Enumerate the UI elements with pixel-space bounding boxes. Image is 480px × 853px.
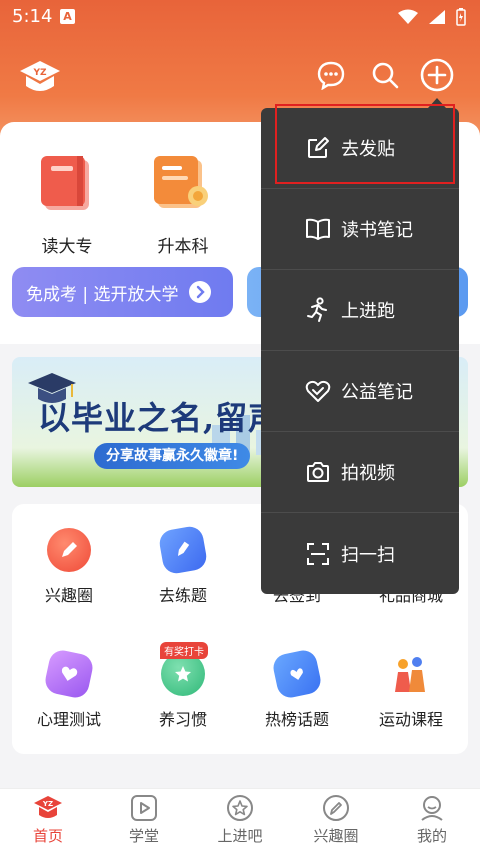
grid-label: 热榜话题 bbox=[264, 710, 329, 729]
tab-label: 首页 bbox=[32, 827, 63, 845]
menu-label: 公益笔记 bbox=[341, 382, 413, 403]
tab-xingququan[interactable]: 兴趣圈 bbox=[288, 789, 384, 846]
grid-label: 养习惯 bbox=[158, 710, 207, 729]
menu-label: 读书笔记 bbox=[341, 220, 413, 241]
profile-icon bbox=[417, 793, 447, 823]
tab-label: 上进吧 bbox=[217, 827, 263, 845]
grid-item-xingququan[interactable]: 兴趣圈 bbox=[12, 528, 126, 606]
yz-logo: YZ bbox=[18, 58, 62, 100]
logo-text: YZ bbox=[32, 68, 47, 78]
tab-label: 我的 bbox=[416, 827, 447, 845]
status-bar: 5:14 A bbox=[0, 0, 480, 34]
grid-label: 去练题 bbox=[158, 586, 207, 605]
status-time: 5:14 bbox=[12, 6, 53, 27]
promo-label: 免成考 | 选开放大学 bbox=[26, 284, 179, 305]
tab-label: 兴趣圈 bbox=[313, 827, 359, 845]
menu-label: 上进跑 bbox=[341, 301, 395, 322]
wifi-icon bbox=[398, 9, 418, 24]
grid-label: 兴趣圈 bbox=[44, 586, 93, 605]
grid-item-qulianti[interactable]: 去练题 bbox=[126, 524, 240, 606]
search-icon[interactable] bbox=[370, 60, 400, 94]
sport-people-icon bbox=[389, 652, 433, 696]
pencil-icon bbox=[321, 793, 351, 823]
menu-label: 拍视频 bbox=[341, 463, 395, 484]
play-icon bbox=[129, 793, 159, 823]
tab-home[interactable]: YZ 首页 bbox=[0, 789, 96, 846]
top-bar: YZ bbox=[0, 54, 480, 100]
tab-label: 学堂 bbox=[128, 827, 159, 845]
grid-label: 运动课程 bbox=[378, 710, 443, 729]
feature-dazhuan[interactable]: 读大专 bbox=[22, 154, 112, 257]
yz-home-icon: YZ bbox=[33, 793, 63, 823]
tab-xuetang[interactable]: 学堂 bbox=[96, 789, 192, 846]
scan-icon bbox=[305, 541, 331, 567]
heart-chat-icon bbox=[42, 647, 96, 701]
tab-shangjinba[interactable]: 上进吧 bbox=[192, 789, 288, 846]
message-icon[interactable] bbox=[316, 60, 346, 94]
book-icon bbox=[305, 216, 331, 242]
chevron-right-icon bbox=[188, 281, 211, 303]
tab-wode[interactable]: 我的 bbox=[384, 789, 480, 846]
banner-title: 以毕业之名,留声 bbox=[38, 399, 282, 437]
selection-highlight bbox=[275, 104, 455, 184]
run-icon bbox=[305, 297, 331, 323]
topic-mail-icon bbox=[270, 647, 324, 701]
book-red-icon bbox=[41, 156, 89, 210]
camera-icon bbox=[305, 459, 331, 485]
menu-item-scan[interactable]: 扫一扫 bbox=[261, 513, 459, 594]
promo-open-university[interactable]: 免成考 | 选开放大学 bbox=[12, 267, 233, 317]
menu-item-video[interactable]: 拍视频 bbox=[261, 432, 459, 513]
menu-item-charity-notes[interactable]: 公益笔记 bbox=[261, 351, 459, 432]
tab-logo-text: YZ bbox=[42, 800, 53, 808]
feature-label: 读大专 bbox=[41, 237, 93, 257]
battery-icon bbox=[456, 8, 466, 26]
grid-item-yundongkecheng[interactable]: 运动课程 bbox=[354, 652, 468, 730]
pencil-circle-icon bbox=[47, 528, 91, 572]
star-icon bbox=[225, 793, 255, 823]
practice-icon bbox=[157, 524, 209, 576]
grid-item-xinliceshi[interactable]: 心理测试 bbox=[12, 647, 126, 730]
heart-icon bbox=[305, 378, 331, 404]
banner-subtitle: 分享故事赢永久徽章! bbox=[94, 443, 251, 469]
notification-icon: A bbox=[60, 9, 75, 24]
grid-item-rebanghuati[interactable]: 热榜话题 bbox=[240, 647, 354, 730]
grid-item-yangxiguan[interactable]: 有奖打卡 养习惯 bbox=[126, 642, 240, 730]
menu-item-reading-notes[interactable]: 读书笔记 bbox=[261, 189, 459, 270]
menu-item-run[interactable]: 上进跑 bbox=[261, 270, 459, 351]
grid-label: 心理测试 bbox=[36, 710, 101, 729]
certificate-icon bbox=[154, 156, 208, 208]
feature-shengben[interactable]: 升本科 bbox=[138, 154, 228, 257]
reward-badge: 有奖打卡 bbox=[160, 642, 208, 659]
signal-icon bbox=[429, 10, 445, 24]
menu-label: 扫一扫 bbox=[341, 544, 395, 566]
status-icons bbox=[398, 8, 466, 26]
feature-label: 升本科 bbox=[157, 237, 209, 257]
add-button[interactable] bbox=[420, 58, 454, 96]
bottom-tab-bar: YZ 首页 学堂 上进吧 兴趣圈 我的 bbox=[0, 788, 480, 853]
